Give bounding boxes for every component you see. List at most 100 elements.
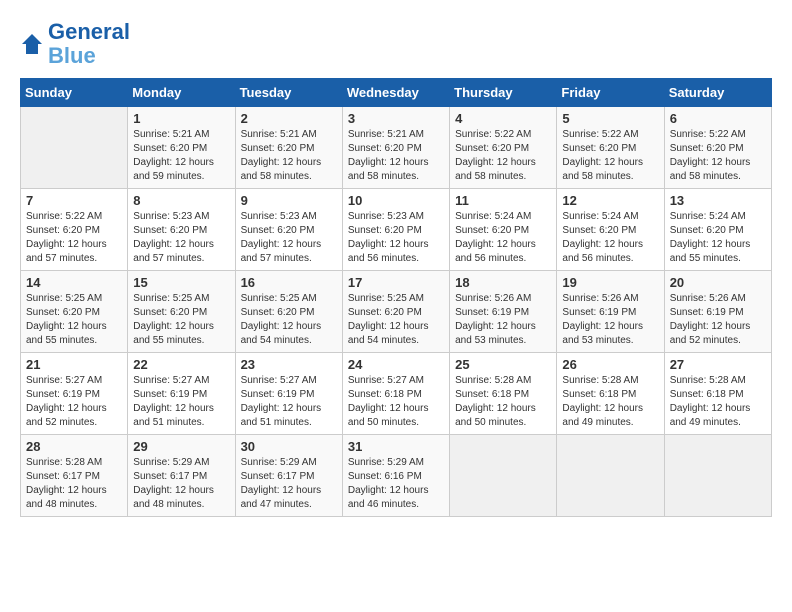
- day-info: Sunrise: 5:27 AMSunset: 6:19 PMDaylight:…: [241, 374, 337, 430]
- day-info: Sunrise: 5:22 AMSunset: 6:20 PMDaylight:…: [670, 128, 766, 184]
- calendar-cell: [557, 435, 664, 517]
- page-header: GeneralBlue: [20, 20, 772, 68]
- calendar-cell: 15 Sunrise: 5:25 AMSunset: 6:20 PMDayligh…: [128, 271, 235, 353]
- header-day-saturday: Saturday: [664, 79, 771, 107]
- calendar-cell: 30Sunrise: 5:29 AMSunset: 6:17 PMDayligh…: [235, 435, 342, 517]
- day-number: 3: [348, 111, 444, 126]
- calendar-cell: 23 Sunrise: 5:27 AMSunset: 6:19 PMDayligh…: [235, 353, 342, 435]
- calendar-cell: 2 Sunrise: 5:21 AMSunset: 6:20 PMDaylight…: [235, 107, 342, 189]
- day-info: Sunrise: 5:26 AMSunset: 6:19 PMDaylight:…: [455, 292, 551, 348]
- calendar-cell: 13 Sunrise: 5:24 AMSunset: 6:20 PMDayligh…: [664, 189, 771, 271]
- header-day-sunday: Sunday: [21, 79, 128, 107]
- day-number: 18: [455, 275, 551, 290]
- calendar-body: 1 Sunrise: 5:21 AMSunset: 6:20 PMDaylight…: [21, 107, 772, 517]
- calendar-cell: 26Sunrise: 5:28 AMSunset: 6:18 PMDayligh…: [557, 353, 664, 435]
- day-number: 10: [348, 193, 444, 208]
- calendar-cell: 31 Sunrise: 5:29 AMSunset: 6:16 PMDayligh…: [342, 435, 449, 517]
- day-info: Sunrise: 5:28 AMSunset: 6:17 PMDaylight:…: [26, 456, 122, 512]
- day-number: 22: [133, 357, 229, 372]
- calendar-cell: 1Sunrise: 5:21 AMSunset: 6:20 PMDaylight…: [128, 107, 235, 189]
- day-info: Sunrise: 5:26 AMSunset: 6:19 PMDaylight:…: [562, 292, 658, 348]
- day-number: 20: [670, 275, 766, 290]
- day-info: Sunrise: 5:24 AMSunset: 6:20 PMDaylight:…: [562, 210, 658, 266]
- calendar-week-5: 28 Sunrise: 5:28 AMSunset: 6:17 PMDayligh…: [21, 435, 772, 517]
- logo-icon: [20, 32, 44, 56]
- header-day-monday: Monday: [128, 79, 235, 107]
- calendar-cell: 6 Sunrise: 5:22 AMSunset: 6:20 PMDaylight…: [664, 107, 771, 189]
- day-info: Sunrise: 5:28 AMSunset: 6:18 PMDaylight:…: [455, 374, 551, 430]
- day-info: Sunrise: 5:28 AMSunset: 6:18 PMDaylight:…: [562, 374, 658, 430]
- day-number: 1: [133, 111, 229, 126]
- calendar-cell: [21, 107, 128, 189]
- calendar-header: SundayMondayTuesdayWednesdayThursdayFrid…: [21, 79, 772, 107]
- calendar-cell: 16 Sunrise: 5:25 AMSunset: 6:20 PMDayligh…: [235, 271, 342, 353]
- day-info: Sunrise: 5:24 AMSunset: 6:20 PMDaylight:…: [670, 210, 766, 266]
- day-info: Sunrise: 5:26 AMSunset: 6:19 PMDaylight:…: [670, 292, 766, 348]
- calendar-cell: 29 Sunrise: 5:29 AMSunset: 6:17 PMDayligh…: [128, 435, 235, 517]
- day-number: 6: [670, 111, 766, 126]
- day-info: Sunrise: 5:27 AMSunset: 6:19 PMDaylight:…: [26, 374, 122, 430]
- day-info: Sunrise: 5:21 AMSunset: 6:20 PMDaylight:…: [241, 128, 337, 184]
- day-number: 29: [133, 439, 229, 454]
- day-number: 12: [562, 193, 658, 208]
- day-number: 17: [348, 275, 444, 290]
- day-number: 5: [562, 111, 658, 126]
- calendar-cell: 11Sunrise: 5:24 AMSunset: 6:20 PMDayligh…: [450, 189, 557, 271]
- calendar-cell: 12 Sunrise: 5:24 AMSunset: 6:20 PMDayligh…: [557, 189, 664, 271]
- header-day-wednesday: Wednesday: [342, 79, 449, 107]
- calendar-cell: [450, 435, 557, 517]
- calendar-cell: 4 Sunrise: 5:22 AMSunset: 6:20 PMDaylight…: [450, 107, 557, 189]
- day-number: 7: [26, 193, 122, 208]
- day-info: Sunrise: 5:23 AMSunset: 6:20 PMDaylight:…: [241, 210, 337, 266]
- calendar-cell: 5Sunrise: 5:22 AMSunset: 6:20 PMDaylight…: [557, 107, 664, 189]
- calendar-cell: [664, 435, 771, 517]
- calendar-cell: 9Sunrise: 5:23 AMSunset: 6:20 PMDaylight…: [235, 189, 342, 271]
- day-number: 2: [241, 111, 337, 126]
- day-info: Sunrise: 5:29 AMSunset: 6:16 PMDaylight:…: [348, 456, 444, 512]
- calendar-cell: 28 Sunrise: 5:28 AMSunset: 6:17 PMDayligh…: [21, 435, 128, 517]
- header-day-friday: Friday: [557, 79, 664, 107]
- calendar-cell: 25 Sunrise: 5:28 AMSunset: 6:18 PMDayligh…: [450, 353, 557, 435]
- day-number: 16: [241, 275, 337, 290]
- calendar-cell: 24Sunrise: 5:27 AMSunset: 6:18 PMDayligh…: [342, 353, 449, 435]
- calendar-week-1: 1 Sunrise: 5:21 AMSunset: 6:20 PMDaylight…: [21, 107, 772, 189]
- day-number: 24: [348, 357, 444, 372]
- day-number: 19: [562, 275, 658, 290]
- calendar-cell: 3 Sunrise: 5:21 AMSunset: 6:20 PMDaylight…: [342, 107, 449, 189]
- day-info: Sunrise: 5:21 AMSunset: 6:20 PMDaylight:…: [348, 128, 444, 184]
- logo: GeneralBlue: [20, 20, 130, 68]
- logo-text: GeneralBlue: [48, 20, 130, 68]
- day-number: 23: [241, 357, 337, 372]
- calendar-cell: 27Sunrise: 5:28 AMSunset: 6:18 PMDayligh…: [664, 353, 771, 435]
- day-info: Sunrise: 5:24 AMSunset: 6:20 PMDaylight:…: [455, 210, 551, 266]
- calendar-table: SundayMondayTuesdayWednesdayThursdayFrid…: [20, 78, 772, 517]
- calendar-cell: 20 Sunrise: 5:26 AMSunset: 6:19 PMDayligh…: [664, 271, 771, 353]
- day-info: Sunrise: 5:28 AMSunset: 6:18 PMDaylight:…: [670, 374, 766, 430]
- calendar-cell: 10Sunrise: 5:23 AMSunset: 6:20 PMDayligh…: [342, 189, 449, 271]
- day-number: 14: [26, 275, 122, 290]
- calendar-cell: 17 Sunrise: 5:25 AMSunset: 6:20 PMDayligh…: [342, 271, 449, 353]
- calendar-cell: 21Sunrise: 5:27 AMSunset: 6:19 PMDayligh…: [21, 353, 128, 435]
- day-info: Sunrise: 5:25 AMSunset: 6:20 PMDaylight:…: [133, 292, 229, 348]
- day-number: 15: [133, 275, 229, 290]
- day-info: Sunrise: 5:22 AMSunset: 6:20 PMDaylight:…: [455, 128, 551, 184]
- calendar-cell: 19 Sunrise: 5:26 AMSunset: 6:19 PMDayligh…: [557, 271, 664, 353]
- header-day-thursday: Thursday: [450, 79, 557, 107]
- day-info: Sunrise: 5:22 AMSunset: 6:20 PMDaylight:…: [26, 210, 122, 266]
- calendar-week-2: 7 Sunrise: 5:22 AMSunset: 6:20 PMDaylight…: [21, 189, 772, 271]
- day-number: 25: [455, 357, 551, 372]
- day-number: 30: [241, 439, 337, 454]
- day-info: Sunrise: 5:25 AMSunset: 6:20 PMDaylight:…: [241, 292, 337, 348]
- day-number: 28: [26, 439, 122, 454]
- day-number: 13: [670, 193, 766, 208]
- day-number: 31: [348, 439, 444, 454]
- calendar-week-4: 21Sunrise: 5:27 AMSunset: 6:19 PMDayligh…: [21, 353, 772, 435]
- day-info: Sunrise: 5:25 AMSunset: 6:20 PMDaylight:…: [348, 292, 444, 348]
- calendar-cell: 7 Sunrise: 5:22 AMSunset: 6:20 PMDaylight…: [21, 189, 128, 271]
- day-info: Sunrise: 5:25 AMSunset: 6:20 PMDaylight:…: [26, 292, 122, 348]
- day-number: 4: [455, 111, 551, 126]
- day-info: Sunrise: 5:23 AMSunset: 6:20 PMDaylight:…: [133, 210, 229, 266]
- day-info: Sunrise: 5:29 AMSunset: 6:17 PMDaylight:…: [133, 456, 229, 512]
- calendar-cell: 14 Sunrise: 5:25 AMSunset: 6:20 PMDayligh…: [21, 271, 128, 353]
- calendar-week-3: 14 Sunrise: 5:25 AMSunset: 6:20 PMDayligh…: [21, 271, 772, 353]
